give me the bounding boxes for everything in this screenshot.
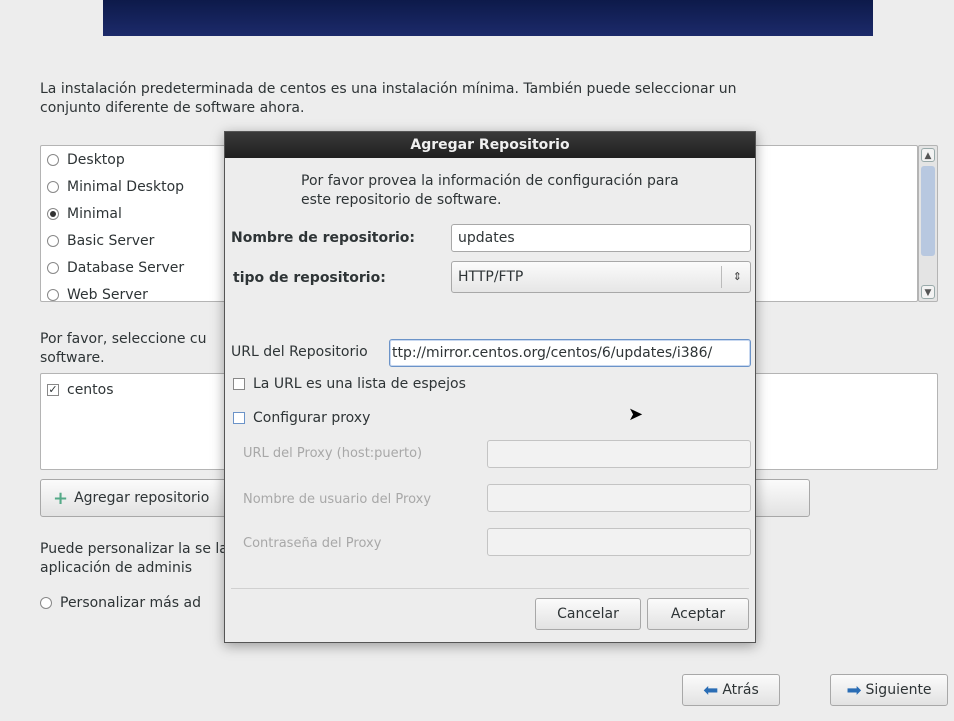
list-item-label: Minimal [67, 205, 122, 222]
radio-icon[interactable] [47, 261, 59, 274]
back-label: Atrás [722, 682, 759, 698]
customize-option[interactable]: Personalizar más ad [40, 595, 201, 611]
repo-type-value: HTTP/FTP [458, 269, 524, 285]
repo-prompt: Por favor, seleccione cu software. [40, 331, 207, 366]
repo-url-label: URL del Repositorio [231, 344, 368, 360]
list-item-label: Minimal Desktop [67, 178, 185, 195]
radio-icon[interactable] [40, 597, 52, 609]
arrow-right-icon: ➡ [846, 679, 862, 701]
dialog-title: Agregar Repositorio [225, 132, 755, 158]
list-item-label: Database Server [67, 259, 185, 276]
repo-type-label: tipo de repositorio: [233, 270, 386, 286]
mirror-list-label: La URL es una lista de espejos [253, 376, 466, 392]
customize-text: Puede personalizar la se la aplicación d… [40, 541, 228, 576]
list-item-label: Basic Server [67, 232, 155, 249]
list-item-label: centos [67, 382, 114, 398]
chevron-updown-icon: ⇕ [732, 270, 742, 283]
proxy-pass-field[interactable] [487, 528, 751, 556]
proxy-url-label: URL del Proxy (host:puerto) [243, 446, 423, 461]
configure-proxy-option[interactable]: Configurar proxy [233, 410, 370, 426]
customize-option-label: Personalizar más ad [60, 595, 201, 611]
intro-text: La instalación predeterminada de centos … [40, 81, 737, 116]
cancel-button[interactable]: Cancelar [535, 598, 641, 630]
proxy-user-field[interactable] [487, 484, 751, 512]
checkbox-icon[interactable] [233, 378, 245, 390]
next-label: Siguiente [865, 682, 932, 698]
plus-icon: + [53, 487, 69, 509]
proxy-url-field[interactable] [487, 440, 751, 468]
next-button[interactable]: ➡ Siguiente [830, 674, 948, 706]
repo-name-label: Nombre de repositorio: [231, 230, 416, 246]
scroll-down-icon[interactable]: ▼ [921, 285, 935, 299]
radio-icon[interactable] [47, 207, 59, 220]
radio-icon[interactable] [47, 180, 59, 193]
proxy-pass-label: Contraseña del Proxy [243, 536, 382, 551]
mouse-pointer-icon: ➤ [628, 404, 644, 425]
mirror-list-option[interactable]: La URL es una lista de espejos [233, 376, 466, 392]
add-repository-label: Agregar repositorio [74, 490, 210, 506]
repo-type-select[interactable]: HTTP/FTP ⇕ [451, 261, 751, 293]
radio-icon[interactable] [47, 288, 59, 301]
dialog-message: Por favor provea la información de confi… [301, 173, 679, 208]
scrollbar-thumb[interactable] [921, 166, 935, 256]
configure-proxy-label: Configurar proxy [253, 410, 371, 426]
radio-icon[interactable] [47, 153, 59, 166]
add-repository-dialog: Agregar Repositorio Por favor provea la … [224, 131, 756, 643]
list-item-label: Desktop [67, 151, 125, 168]
header-banner [103, 0, 873, 36]
scrollbar[interactable]: ▲ ▼ [918, 145, 938, 302]
scroll-up-icon[interactable]: ▲ [921, 148, 935, 162]
back-button[interactable]: ⬅ Atrás [682, 674, 780, 706]
accept-button[interactable]: Aceptar [647, 598, 749, 630]
dialog-divider [231, 588, 749, 589]
list-item-label: Web Server [67, 286, 148, 302]
proxy-user-label: Nombre de usuario del Proxy [243, 492, 432, 507]
arrow-left-icon: ⬅ [703, 679, 719, 701]
checkbox-icon[interactable] [233, 412, 245, 424]
repo-url-field[interactable]: ttp://mirror.centos.org/centos/6/updates… [389, 339, 751, 367]
checkbox-checked-icon[interactable]: ✓ [47, 384, 59, 396]
repo-name-field[interactable]: updates [451, 224, 751, 252]
radio-icon[interactable] [47, 234, 59, 247]
